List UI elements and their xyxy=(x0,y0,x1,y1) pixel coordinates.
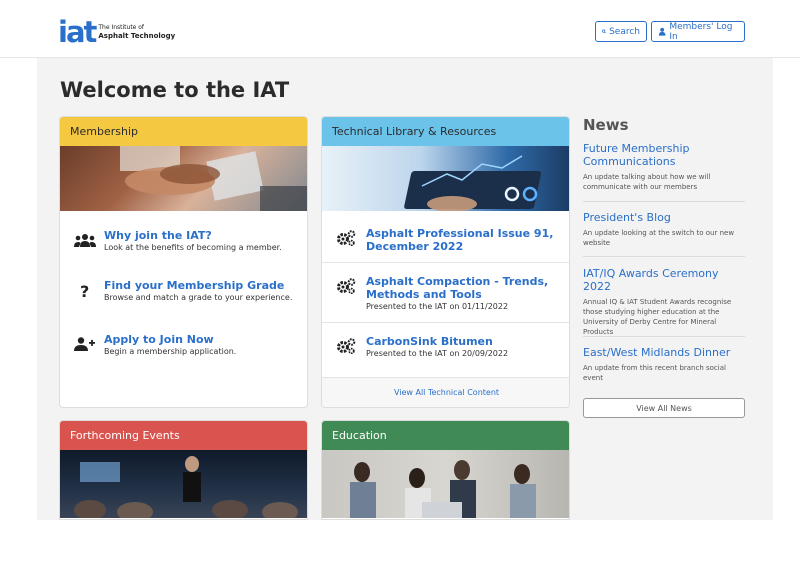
analytics-tablet-image xyxy=(404,155,542,211)
cogs-icon xyxy=(336,227,366,262)
view-all-news-button[interactable]: View All News xyxy=(583,398,745,418)
logo-mark: iat xyxy=(58,15,97,49)
library-item-carbonsink[interactable]: CarbonSink Bitumen Presented to the IAT … xyxy=(322,323,569,378)
cogs-icon xyxy=(336,275,366,322)
logo-line1: The Institute of xyxy=(98,23,145,31)
iat-logo[interactable]: iat The Institute of Asphalt Technology xyxy=(58,15,175,49)
library-image xyxy=(322,146,569,211)
user-plus-icon xyxy=(74,333,104,373)
news-divider xyxy=(583,201,745,202)
news-item-title: President's Blog xyxy=(583,211,671,224)
members-login-button[interactable]: Members' Log In xyxy=(651,21,745,42)
membership-heading: Membership xyxy=(70,125,138,138)
cogs-icon xyxy=(336,335,366,378)
membership-image xyxy=(60,146,307,211)
news-item-title: Future Membership Communications xyxy=(583,142,690,168)
news-item[interactable]: President's Blog An update looking at th… xyxy=(583,211,745,248)
apply-title: Apply to Join Now xyxy=(104,333,214,346)
technical-library-card: Technical Library & Resources Asphalt Pr… xyxy=(321,116,570,408)
user-icon xyxy=(658,27,666,36)
users-icon xyxy=(74,229,104,279)
view-all-technical-content-link[interactable]: View All Technical Content xyxy=(322,377,569,407)
education-card-header: Education xyxy=(322,421,569,450)
events-image xyxy=(60,450,307,518)
view-all-technical-label: View All Technical Content xyxy=(393,388,500,397)
why-join-desc: Look at the benefits of becoming a membe… xyxy=(104,243,282,252)
news-item-title: IAT/IQ Awards Ceremony 2022 xyxy=(583,267,719,293)
news-item-desc: An update talking about how we will comm… xyxy=(583,173,711,191)
login-label: Members' Log In xyxy=(669,21,733,42)
library-card-header: Technical Library & Resources xyxy=(322,117,569,146)
search-label: Search xyxy=(609,26,640,37)
logo-text: The Institute of Asphalt Technology xyxy=(98,24,175,41)
education-card: Education xyxy=(321,420,570,520)
library-item-asphalt-professional[interactable]: Asphalt Professional Issue 91, December … xyxy=(322,211,569,263)
library-item-asphalt-compaction[interactable]: Asphalt Compaction - Trends, Methods and… xyxy=(322,263,569,323)
find-grade-desc: Browse and match a grade to your experie… xyxy=(104,293,293,302)
apply-desc: Begin a membership application. xyxy=(104,347,237,356)
library-item-desc: Presented to the IAT on 01/11/2022 xyxy=(366,302,509,311)
news-divider xyxy=(583,256,745,257)
membership-card-header: Membership xyxy=(60,117,307,146)
news-divider xyxy=(583,336,745,337)
question-icon: ? xyxy=(80,282,90,301)
logo-line2: Asphalt Technology xyxy=(98,31,176,40)
library-item-title: Asphalt Professional Issue 91, December … xyxy=(366,227,554,253)
search-icon xyxy=(602,29,606,34)
search-button[interactable]: Search xyxy=(595,21,647,42)
education-heading: Education xyxy=(332,429,387,442)
library-item-title: Asphalt Compaction - Trends, Methods and… xyxy=(366,275,549,301)
library-item-title: CarbonSink Bitumen xyxy=(366,335,493,348)
forthcoming-events-card: Forthcoming Events xyxy=(59,420,308,520)
news-item-desc: Annual IQ & IAT Student Awards recognise… xyxy=(583,298,732,336)
membership-card: Membership Why join the IAT? Look at the… xyxy=(59,116,308,408)
library-item-desc: Presented to the IAT on 20/09/2022 xyxy=(366,349,509,358)
students-group-image xyxy=(350,460,536,518)
news-item[interactable]: East/West Midlands Dinner An update from… xyxy=(583,346,745,383)
view-all-news-label: View All News xyxy=(636,403,692,413)
apply-item[interactable]: Apply to Join Now Begin a membership app… xyxy=(60,333,307,373)
page-title: Welcome to the IAT xyxy=(60,78,290,102)
events-heading: Forthcoming Events xyxy=(70,429,180,442)
news-item[interactable]: IAT/IQ Awards Ceremony 2022 Annual IQ & … xyxy=(583,267,745,337)
find-grade-title: Find your Membership Grade xyxy=(104,279,285,292)
education-image xyxy=(322,450,569,518)
news-item[interactable]: Future Membership Communications An upda… xyxy=(583,142,745,192)
news-item-desc: An update from this recent branch social… xyxy=(583,364,726,382)
news-item-desc: An update looking at the switch to our n… xyxy=(583,229,735,247)
find-grade-item[interactable]: ? Find your Membership Grade Browse and … xyxy=(60,279,307,333)
why-join-title: Why join the IAT? xyxy=(104,229,212,242)
conference-audience-image xyxy=(74,456,298,518)
events-card-header: Forthcoming Events xyxy=(60,421,307,450)
page: iat The Institute of Asphalt Technology … xyxy=(0,0,800,565)
site-header: iat The Institute of Asphalt Technology … xyxy=(0,0,800,58)
why-join-item[interactable]: Why join the IAT? Look at the benefits o… xyxy=(60,229,307,279)
library-heading: Technical Library & Resources xyxy=(332,125,497,138)
news-heading: News xyxy=(583,116,629,134)
teamwork-hands-image xyxy=(120,146,307,211)
news-item-title: East/West Midlands Dinner xyxy=(583,346,731,359)
